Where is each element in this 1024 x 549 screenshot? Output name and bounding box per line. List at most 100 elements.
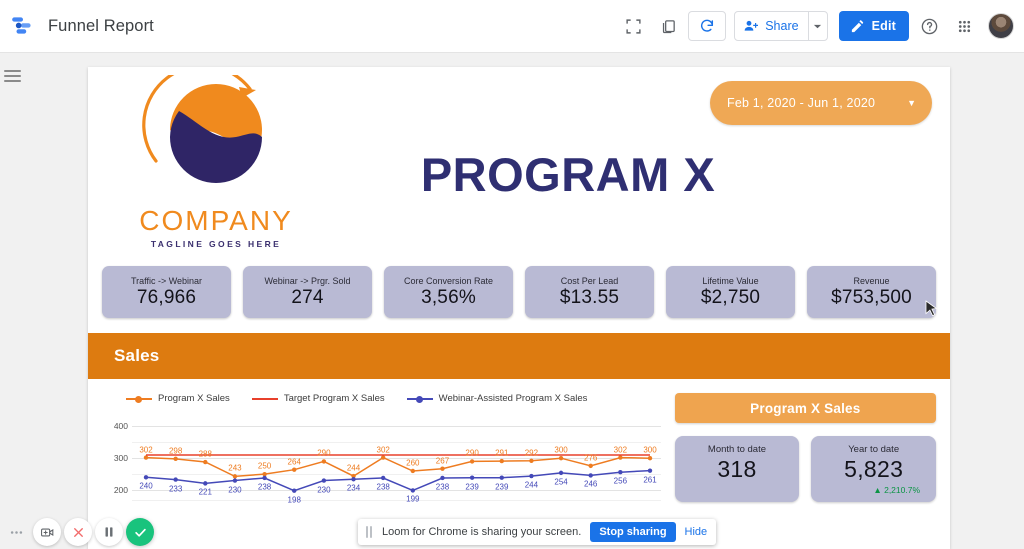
edit-button[interactable]: Edit (838, 11, 909, 41)
chart-column: Program X Sales Target Program X Sales W… (102, 393, 661, 520)
kpi-label: Webinar -> Prgr. Sold (264, 275, 351, 286)
chart-data-point (529, 473, 534, 479)
chart-point-label: 256 (613, 476, 628, 486)
date-range-selector[interactable]: Feb 1, 2020 - Jun 1, 2020 ▼ (710, 81, 932, 125)
legend-label: Program X Sales (158, 393, 230, 404)
kpi-card[interactable]: Core Conversion Rate 3,56% (384, 266, 513, 318)
side-column: Program X Sales Month to date 318 Year t… (674, 393, 937, 520)
kpi-card[interactable]: Revenue $753,500 (807, 266, 936, 318)
camera-icon (40, 528, 53, 536)
chart-data-point (558, 470, 564, 476)
chart-point-label: 267 (435, 456, 450, 466)
chart-data-point (529, 458, 534, 463)
kpi-row: Traffic -> Webinar 76,966 Webinar -> Prg… (88, 266, 950, 318)
chart-data-point (410, 488, 416, 493)
kpi-card[interactable]: Webinar -> Prgr. Sold 274 (243, 266, 372, 318)
chart-point-label: 261 (643, 475, 657, 485)
left-rail (0, 53, 24, 549)
legend-item[interactable]: Target Program X Sales (251, 393, 385, 404)
chart-data-point (499, 475, 504, 480)
chart-point-label: 198 (287, 495, 301, 505)
logo-tagline: TAGLINE GOES HERE (150, 239, 282, 249)
share-button[interactable]: Share (735, 12, 809, 40)
sales-section-banner: Sales (88, 333, 950, 379)
chart-data-point (469, 475, 475, 480)
kpi-value: $2,750 (700, 286, 761, 308)
chart-point-label: 276 (584, 453, 598, 463)
chart-y-axis: 400 300 200 (102, 412, 132, 520)
scorecard-month-to-date[interactable]: Month to date 318 (674, 436, 800, 502)
side-banner-label: Program X Sales (750, 400, 861, 416)
chart-legend: Program X Sales Target Program X Sales W… (102, 393, 661, 404)
chart-data-point (647, 468, 653, 473)
kpi-value: 274 (291, 286, 324, 308)
chart-data-point (262, 475, 267, 481)
chart-point-label: 288 (198, 449, 212, 459)
chart-point-label: 234 (346, 483, 361, 493)
refresh-icon (701, 19, 714, 32)
kpi-value: $753,500 (831, 286, 912, 308)
loom-camera-button[interactable] (33, 518, 61, 546)
pencil-icon (851, 19, 863, 32)
chart-data-point (292, 488, 297, 493)
chart-data-point (588, 473, 593, 478)
hide-toast-button[interactable]: Hide (685, 526, 708, 538)
toast-message: Loom for Chrome is sharing your screen. (382, 526, 582, 538)
legend-label: Webinar-Assisted Program X Sales (438, 393, 588, 404)
chart-point-label: 230 (317, 485, 331, 495)
drag-handle-icon[interactable] (366, 525, 373, 539)
share-dropdown-button[interactable] (809, 22, 827, 31)
legend-swatch-icon (126, 394, 152, 404)
chart-point-label: 244 (346, 463, 361, 473)
apps-grid-icon (958, 20, 970, 32)
toolbar-actions: Share Edit (618, 11, 1024, 41)
legend-swatch-icon (251, 394, 278, 404)
loom-pause-button[interactable] (95, 518, 123, 546)
chart-data-point (203, 481, 208, 486)
kpi-card[interactable]: Traffic -> Webinar 76,966 (102, 266, 231, 318)
chart-point-label: 254 (554, 477, 568, 487)
chart-data-point (499, 458, 504, 464)
chart-point-label: 199 (406, 494, 420, 504)
chart-data-point (380, 455, 386, 460)
chart-point-label: 290 (465, 448, 479, 458)
stop-sharing-button[interactable]: Stop sharing (590, 522, 676, 542)
chart-data-point (440, 475, 445, 481)
copy-button[interactable] (653, 11, 683, 41)
loom-more-button[interactable] (2, 518, 30, 546)
help-button[interactable] (914, 11, 944, 41)
kpi-card[interactable]: Cost Per Lead $13.55 (525, 266, 654, 318)
scorecard-value: 318 (717, 456, 757, 482)
copy-icon (662, 19, 675, 33)
hamburger-menu-icon[interactable] (4, 70, 21, 85)
chart-point-label: 244 (524, 480, 539, 490)
chevron-down-icon: ▼ (907, 98, 916, 108)
chart-point-label: 233 (168, 484, 183, 494)
fullscreen-button[interactable] (618, 11, 648, 41)
apps-button[interactable] (949, 11, 979, 41)
chart-point-label: 300 (554, 445, 568, 455)
chart-data-point (410, 468, 416, 474)
chart-point-label: 240 (139, 481, 153, 491)
chart-point-label: 239 (465, 482, 479, 492)
kpi-card[interactable]: Lifetime Value $2,750 (666, 266, 795, 318)
chart-data-point (232, 474, 238, 479)
scorecard-value: 5,823 (844, 456, 904, 482)
line-chart[interactable]: 400 300 200 302 298 288 243 250 264 290 244 302 260… (102, 412, 661, 520)
legend-item[interactable]: Webinar-Assisted Program X Sales (406, 393, 588, 404)
scorecard-year-to-date[interactable]: Year to date 5,823 ▲ 2,210.7% (811, 436, 937, 502)
chart-plot-area (143, 454, 653, 493)
kpi-label: Revenue (853, 275, 890, 286)
legend-item[interactable]: Program X Sales (126, 393, 230, 404)
share-button-group: Share (734, 11, 828, 41)
data-studio-icon (12, 17, 31, 34)
avatar[interactable] (988, 13, 1014, 39)
loom-cancel-button[interactable] (64, 518, 92, 546)
refresh-button[interactable] (688, 11, 727, 41)
chart-data-point (351, 477, 356, 482)
loom-finish-button[interactable] (126, 518, 154, 546)
chart-data-point (588, 463, 593, 469)
chart-data-point (647, 456, 653, 461)
chart-point-label: 238 (376, 482, 390, 492)
chart-data-point (262, 471, 267, 477)
